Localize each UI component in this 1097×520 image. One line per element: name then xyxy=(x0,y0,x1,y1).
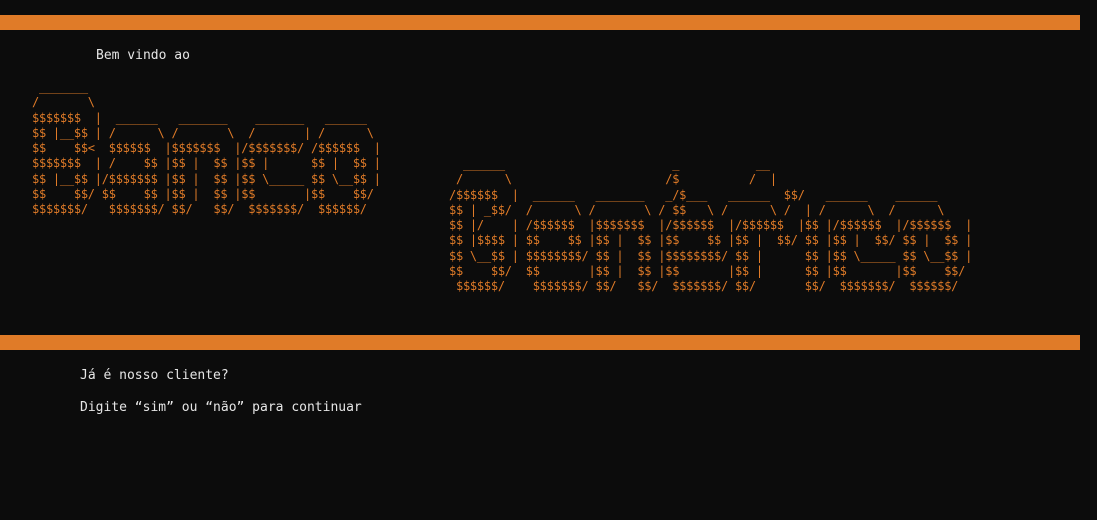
welcome-text: Bem vindo ao xyxy=(96,48,190,63)
top-accent-bar xyxy=(0,15,1080,30)
client-question: Já é nosso cliente? xyxy=(80,368,229,383)
bottom-accent-bar xyxy=(0,335,1080,350)
ascii-logo-generico: ______ _ __ / \ /$ / | /$$$$$$ | ______ … xyxy=(449,157,973,294)
ascii-logo-banco: _______ / \ $$$$$$$ | ______ _______ ___… xyxy=(32,80,381,217)
terminal-window[interactable]: Bem vindo ao _______ / \ $$$$$$$ | _____… xyxy=(0,0,1097,520)
continue-instruction: Digite “sim” ou “não” para continuar xyxy=(80,400,362,415)
